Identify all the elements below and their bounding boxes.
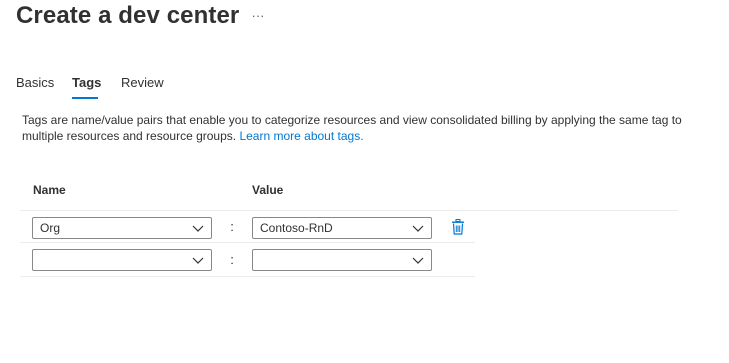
- active-tab-indicator: [72, 97, 98, 99]
- name-column-header: Name: [33, 183, 66, 197]
- new-tag-value-dropdown[interactable]: [252, 249, 432, 271]
- value-column-header: Value: [252, 183, 284, 197]
- row-divider: [20, 276, 475, 277]
- chevron-down-icon: [412, 257, 424, 264]
- more-options-button[interactable]: ···: [250, 8, 266, 24]
- trash-icon[interactable]: [451, 219, 465, 235]
- tab-review[interactable]: Review: [121, 75, 164, 90]
- tags-description: Tags are name/value pairs that enable yo…: [22, 112, 682, 144]
- tag-name-value: Org: [40, 221, 61, 235]
- chevron-down-icon: [192, 225, 204, 232]
- page-title: Create a dev center: [16, 2, 240, 29]
- new-tag-name-dropdown[interactable]: [32, 249, 212, 271]
- tab-basics[interactable]: Basics: [16, 75, 54, 90]
- chevron-down-icon: [412, 225, 424, 232]
- tab-tags[interactable]: Tags: [72, 75, 101, 90]
- row-separator: :: [230, 252, 234, 267]
- header-divider: [20, 210, 678, 211]
- more-horizontal-icon: ···: [251, 8, 265, 23]
- chevron-down-icon: [192, 257, 204, 264]
- tag-value-dropdown[interactable]: Contoso-RnD: [252, 217, 432, 239]
- row-divider: [20, 242, 475, 243]
- create-dev-center-page: Create a dev center ··· Basics Tags Revi…: [0, 0, 729, 363]
- row-separator: :: [230, 219, 234, 234]
- tag-value-value: Contoso-RnD: [260, 221, 333, 235]
- tag-name-dropdown[interactable]: Org: [32, 217, 212, 239]
- learn-more-link[interactable]: Learn more about tags.: [239, 129, 363, 143]
